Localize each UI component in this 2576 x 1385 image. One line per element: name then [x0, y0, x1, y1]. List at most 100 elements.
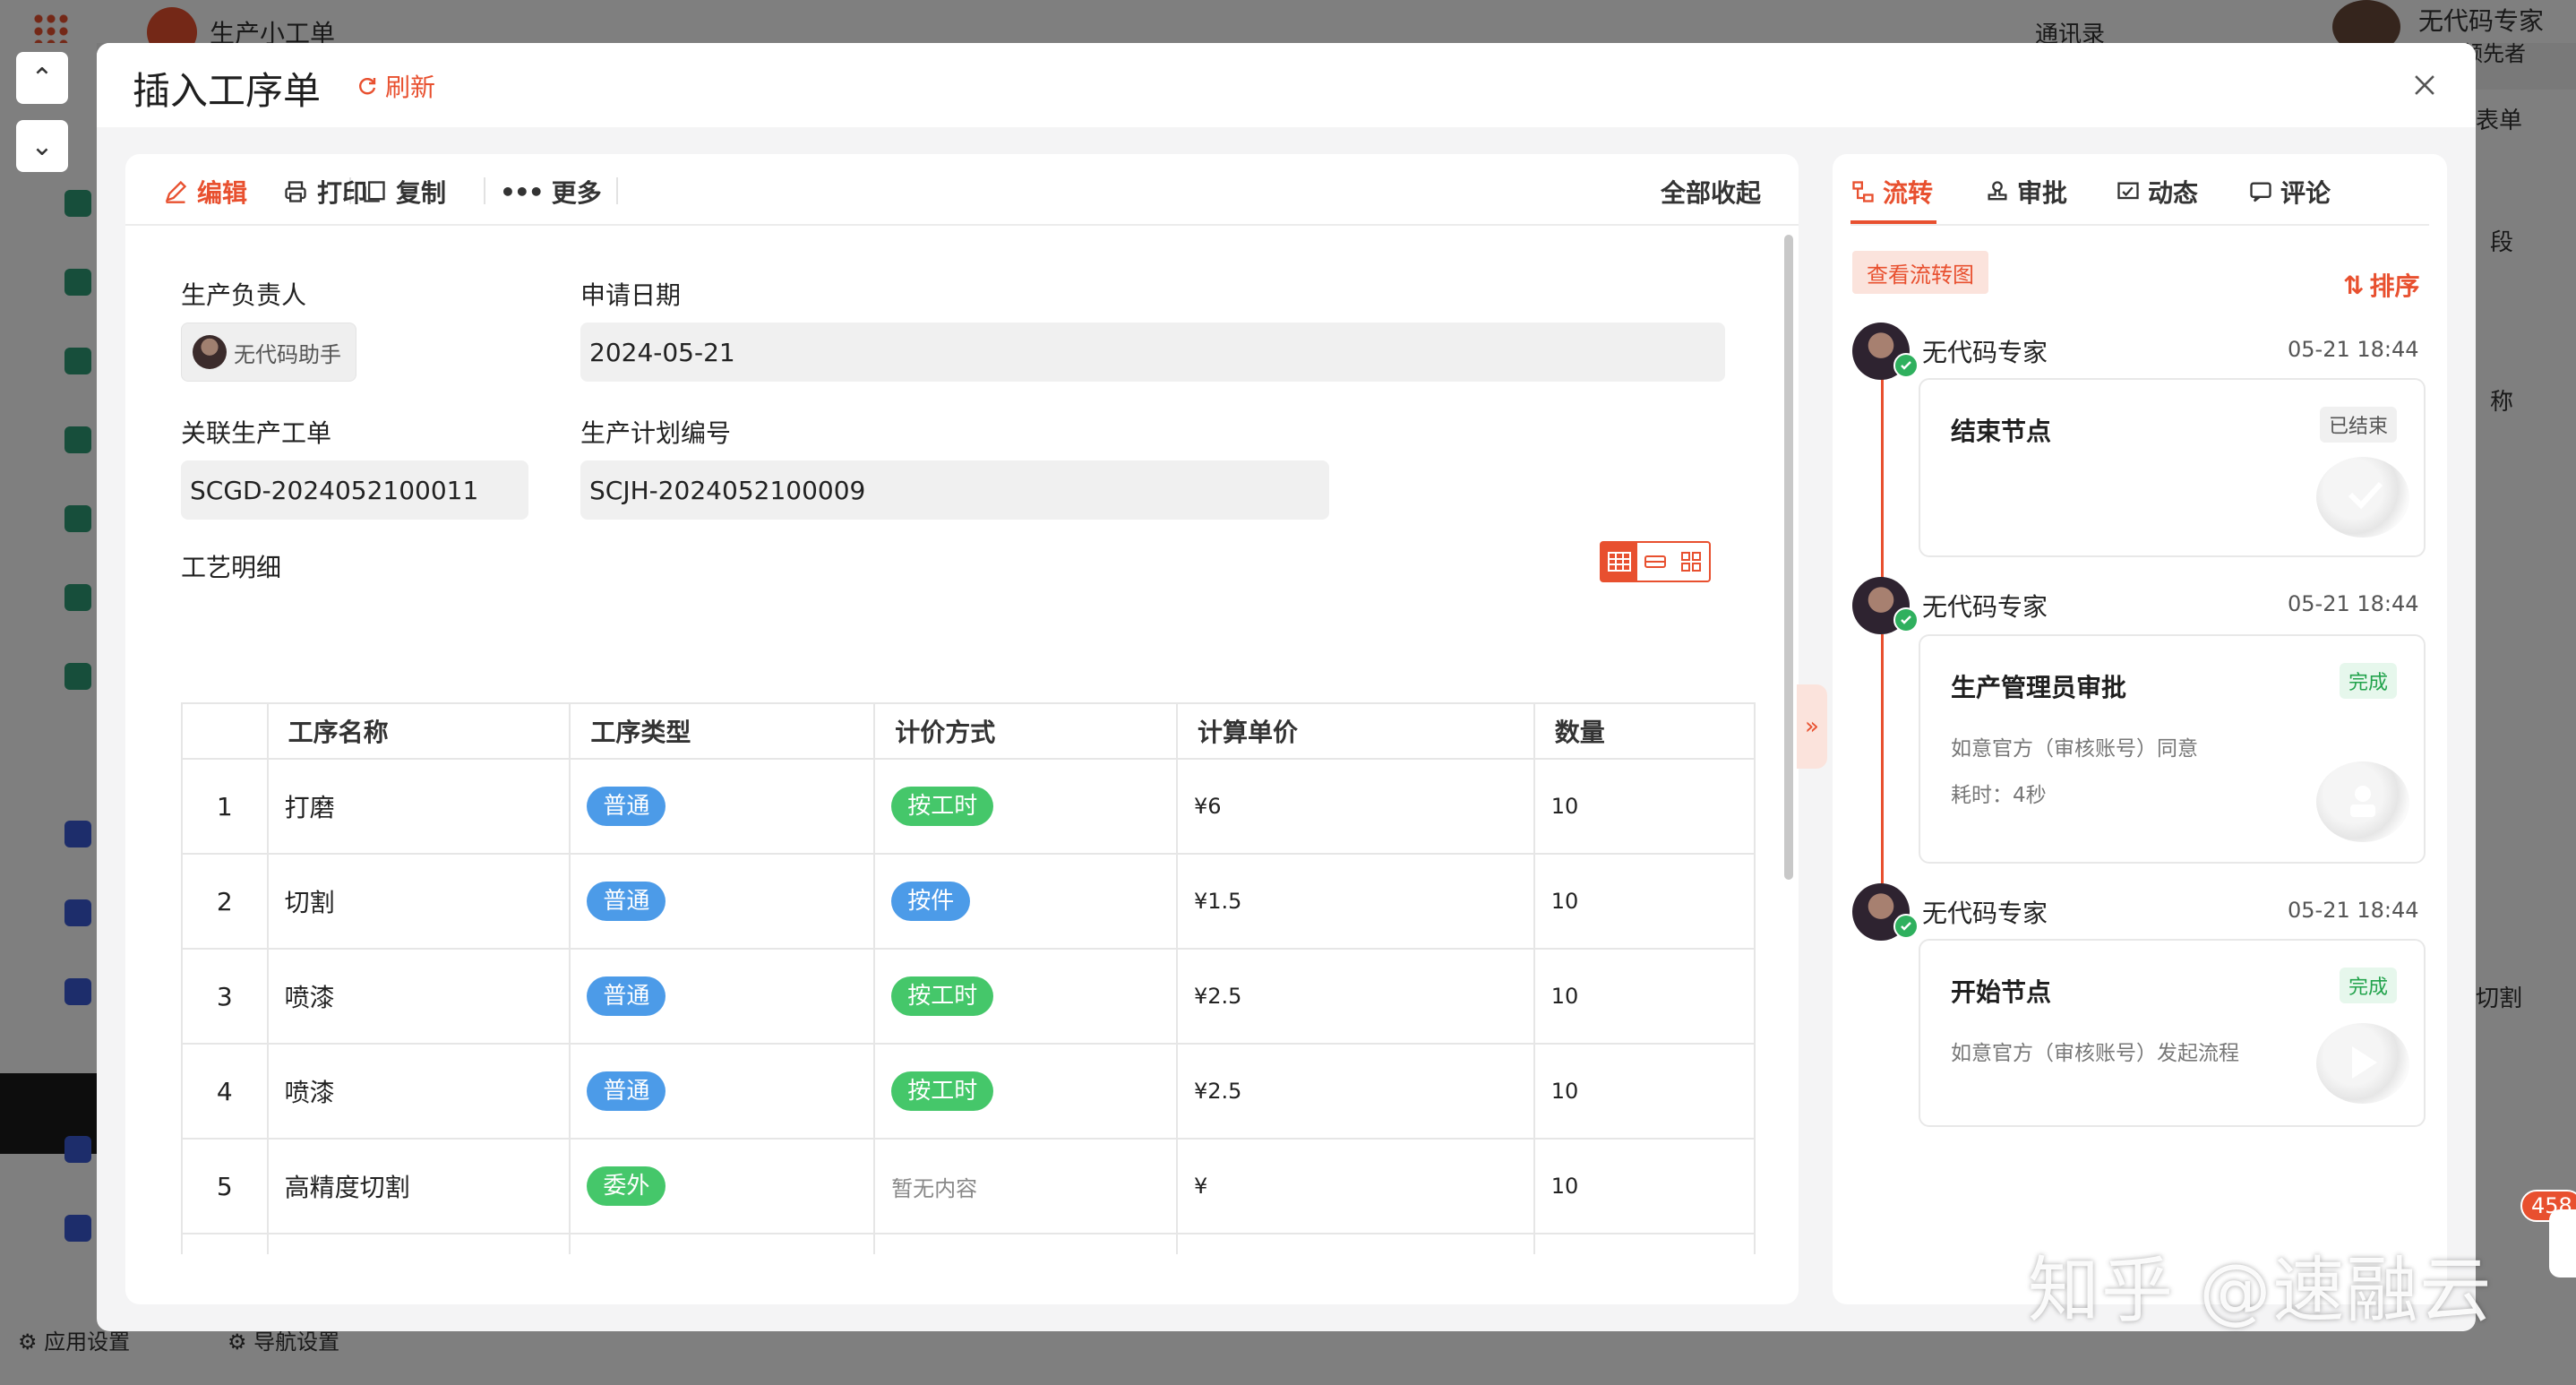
chevron-up-icon: ⌃ — [30, 62, 54, 94]
user-watermark-icon — [2316, 761, 2409, 842]
quantity-cell: 10 — [1533, 853, 1756, 950]
approval-duration: 耗时：4秒 — [1951, 784, 2047, 807]
quantity: 10 — [1550, 984, 1579, 1009]
process-name-cell: 打磨 — [266, 758, 571, 855]
owner-user-chip[interactable]: 无代码助手 — [181, 323, 356, 382]
column-header[interactable]: 工序类型 — [569, 702, 876, 760]
quantity-cell: 10 — [1533, 1043, 1756, 1140]
plan-no-label: 生产计划编号 — [580, 418, 732, 448]
timeline-connector — [1881, 378, 1884, 589]
workflow-tabs: 流转 审批 动态 评论 — [1850, 154, 2429, 226]
process-name: 打磨 — [284, 793, 335, 822]
unit-price: ¥6 — [1193, 794, 1222, 819]
plan-no-field[interactable]: SCJH-2024052100009 — [580, 460, 1329, 520]
row-index: 1 — [216, 791, 233, 822]
comment-icon — [2250, 182, 2271, 202]
next-record-button[interactable]: ⌄ — [16, 120, 68, 172]
double-chevron-right-icon: » — [1805, 713, 1819, 740]
timeline-time: 05-21 18:44 — [2288, 898, 2419, 923]
grid-view-button[interactable] — [1673, 543, 1709, 581]
tab-flow[interactable]: 流转 — [1850, 174, 1933, 210]
empty-cell — [1533, 1233, 1756, 1254]
sort-button[interactable]: ⇅ 排序 — [2343, 267, 2419, 303]
refresh-button[interactable]: 刷新 — [356, 68, 435, 104]
stamp-icon — [1988, 181, 2007, 201]
play-watermark-icon — [2316, 1023, 2409, 1104]
panel-expand-handle[interactable]: » — [1797, 684, 1827, 769]
pricing-method-cell: 按工时 — [873, 758, 1178, 855]
empty-cell — [1175, 1233, 1535, 1254]
related-order-field[interactable]: SCGD-2024052100011 — [181, 460, 528, 520]
pricing-method-tag: 按件 — [891, 882, 971, 921]
timeline-time: 05-21 18:44 — [2288, 337, 2419, 362]
process-name-cell: 高精度切割 — [266, 1138, 571, 1234]
tab-comments[interactable]: 评论 — [2248, 174, 2331, 210]
table-row[interactable]: 2 切割 普通 按件 ¥1.5 10 — [181, 853, 1756, 950]
row-index: 2 — [216, 886, 233, 916]
pricing-method-cell: 按工时 — [873, 1043, 1178, 1140]
check-watermark-icon — [2316, 457, 2409, 538]
chevron-down-icon: ⌄ — [30, 130, 54, 162]
column-header[interactable]: 计算单价 — [1175, 702, 1535, 760]
table-view-button[interactable] — [1601, 543, 1637, 581]
refresh-label: 刷新 — [385, 73, 436, 102]
approval-comment: 如意官方（审核账号）同意 — [1951, 737, 2198, 761]
quantity: 10 — [1550, 1174, 1579, 1199]
previous-record-button[interactable]: ⌃ — [16, 52, 68, 104]
detail-scroll-area[interactable]: 生产负责人 无代码助手 申请日期 2024-05-21 关联生产工单 SCGD-… — [125, 154, 1799, 1254]
unit-price-cell: ¥ — [1175, 1138, 1535, 1234]
unit-price: ¥2.5 — [1193, 1079, 1242, 1104]
refresh-icon — [359, 78, 376, 95]
unit-price: ¥ — [1193, 1174, 1208, 1199]
card-view-icon — [1644, 555, 1666, 568]
pricing-method-tag: 按工时 — [891, 787, 994, 826]
empty-cell — [266, 1233, 571, 1254]
table-row[interactable]: 3 喷漆 普通 按工时 ¥2.5 10 — [181, 948, 1756, 1045]
pricing-method-cell: 暂无内容 — [873, 1138, 1178, 1234]
owner-name: 无代码助手 — [234, 341, 341, 367]
timeline-connector — [1881, 634, 1884, 883]
process-type-cell: 普通 — [569, 1043, 876, 1140]
close-icon[interactable] — [2409, 70, 2440, 100]
timeline-card-approval-node[interactable]: 生产管理员审批 完成 如意官方（审核账号）同意 耗时：4秒 — [1919, 634, 2426, 864]
tab-activity[interactable]: 动态 — [2116, 174, 2198, 210]
process-type-tag: 普通 — [587, 1071, 666, 1111]
record-detail-panel: 编辑 打印 复制 ••• 更多 全部收起 生产负责人 无代码助手 申请日期 20… — [125, 154, 1799, 1304]
workflow-panel: 流转 审批 动态 评论 查看流转图 ⇅ 排序 无代码专家 05-21 18:44… — [1833, 154, 2447, 1304]
status-badge: 完成 — [2339, 663, 2397, 699]
timeline-card-end-node[interactable]: 结束节点 已结束 — [1919, 378, 2426, 557]
view-flow-chart-button[interactable]: 查看流转图 — [1852, 251, 1988, 294]
tab-approval[interactable]: 审批 — [1985, 174, 2067, 210]
column-header[interactable]: 计价方式 — [873, 702, 1178, 760]
status-badge: 完成 — [2339, 968, 2397, 1003]
process-type-cell: 委外 — [569, 1138, 876, 1234]
process-detail-label: 工艺明细 — [181, 553, 282, 582]
column-header[interactable]: 工序名称 — [266, 702, 571, 760]
node-title: 生产管理员审批 — [1951, 673, 2127, 702]
floating-side-button[interactable] — [2549, 1209, 2576, 1277]
process-type-tag: 委外 — [587, 1166, 666, 1206]
empty-cell — [873, 1233, 1178, 1254]
unit-price: ¥1.5 — [1193, 889, 1242, 914]
process-detail-table: 工序名称 工序类型 计价方式 计算单价 数量 1 打磨 普通 按工时 ¥6 10 2 切割 普通… — [181, 702, 1756, 1254]
table-row[interactable] — [181, 1233, 1756, 1254]
related-order-label: 关联生产工单 — [181, 418, 332, 448]
empty-cell — [569, 1233, 876, 1254]
apply-date-field[interactable]: 2024-05-21 — [580, 323, 1725, 382]
table-row[interactable]: 5 高精度切割 委外 暂无内容 ¥10 — [181, 1138, 1756, 1234]
column-header[interactable]: 数量 — [1533, 702, 1756, 760]
process-name: 切割 — [284, 888, 335, 917]
avatar — [193, 335, 227, 369]
timeline-user: 无代码专家 — [1922, 899, 2048, 928]
apply-date-label: 申请日期 — [580, 280, 682, 310]
start-comment: 如意官方（审核账号）发起流程 — [1951, 1042, 2239, 1065]
table-row[interactable]: 4 喷漆 普通 按工时 ¥2.5 10 — [181, 1043, 1756, 1140]
timeline-card-start-node[interactable]: 开始节点 完成 如意官方（审核账号）发起流程 — [1919, 939, 2426, 1127]
table-grid-icon — [1608, 552, 1631, 572]
detail-scrollbar[interactable] — [1784, 235, 1793, 880]
pricing-method-cell: 按件 — [873, 853, 1178, 950]
active-tab-indicator — [1850, 220, 1936, 224]
row-index-cell: 1 — [181, 758, 269, 855]
table-row[interactable]: 1 打磨 普通 按工时 ¥6 10 — [181, 758, 1756, 855]
card-view-button[interactable] — [1637, 543, 1673, 581]
